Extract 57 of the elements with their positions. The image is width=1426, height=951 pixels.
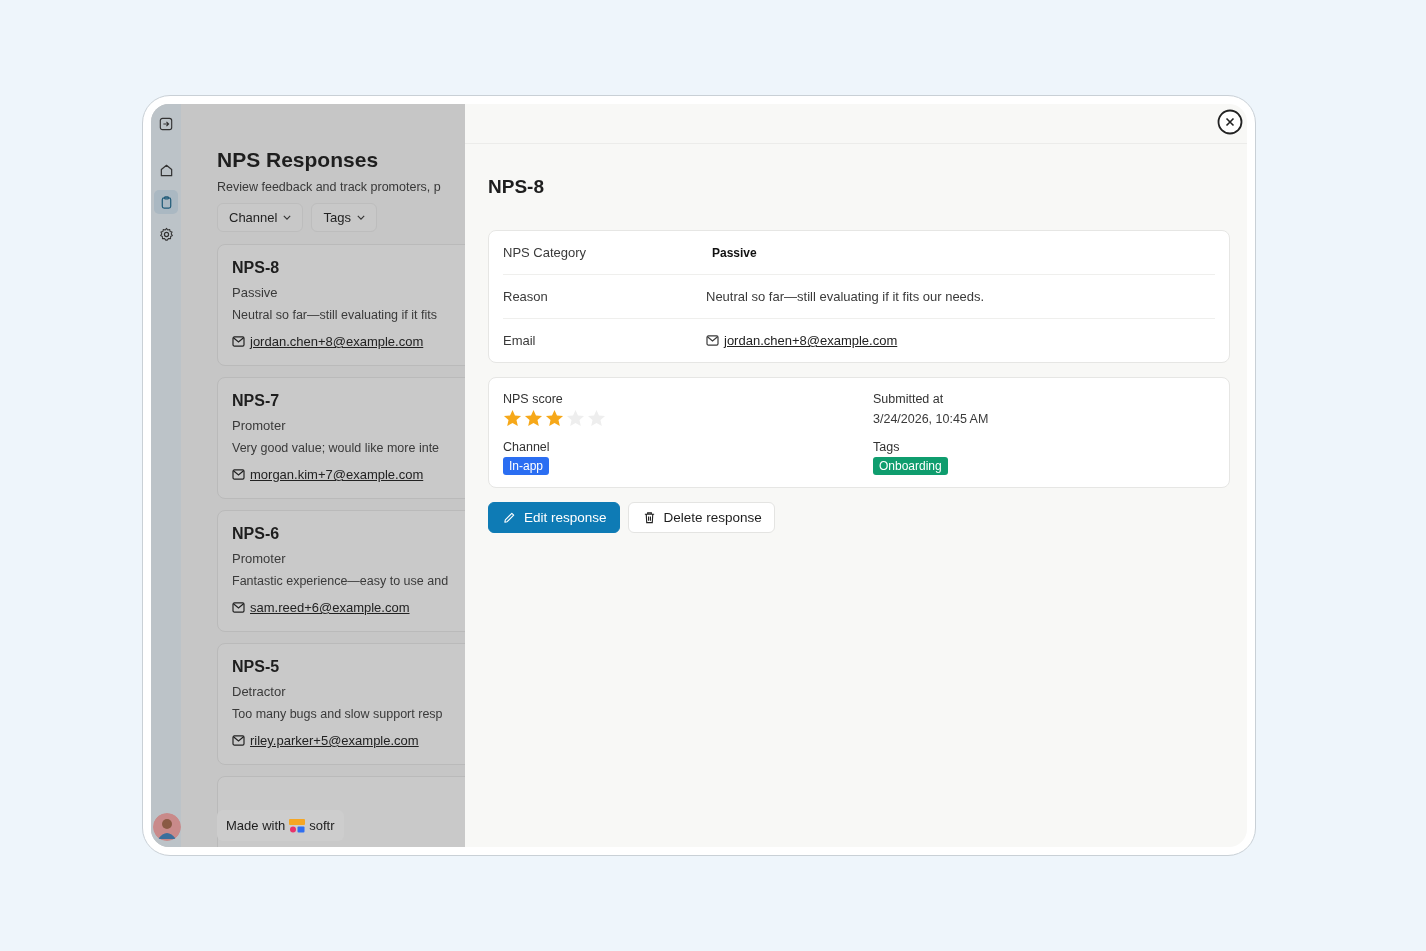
email-link[interactable]: jordan.chen+8@example.com [250,334,424,349]
drawer-title: NPS-8 [488,176,545,198]
response-card[interactable]: NPS-8 Passive Neutral so far—still evaluating if it fits jordan.chen+8@example.com [217,244,465,366]
mail-icon [706,335,719,346]
logo-icon [289,818,306,833]
mail-icon [232,336,245,347]
field-label: Tags [873,440,901,454]
tag-label: Onboarding [873,457,948,475]
close-button[interactable] [1217,109,1243,135]
email-link[interactable]: jordan.chen+8@example.com [724,333,898,348]
card-title: NPS-5 [232,658,281,676]
field-value: Neutral so far—still evaluating if it fits our needs. [706,289,985,304]
field-label: NPS score [503,392,564,406]
made-with-badge[interactable]: Made with softr [217,810,344,841]
edit-button[interactable]: Edit response [488,502,620,533]
filter-dropdown[interactable]: Tags [311,203,377,232]
field-value: 3/24/2026, 10:45 AM [873,412,990,426]
email-link[interactable]: riley.parker+5@example.com [250,733,419,748]
mail-icon [232,735,245,746]
sidebar-toggle-icon[interactable] [159,116,173,132]
field-label: Channel [503,440,551,454]
card-title: NPS-6 [232,525,281,543]
card-category: Passive [232,285,279,300]
card-reason: Neutral so far—still evaluating if it fits [232,308,438,322]
card-reason: Very good value; would like more inte [232,441,441,455]
response-card[interactable]: NPS-7 Promoter Very good value; would like more inte morgan.kim+7@example.com [217,377,465,499]
email-link[interactable]: sam.reed+6@example.com [250,600,410,615]
field-label: Email [503,333,537,348]
field-label: Reason [503,289,549,304]
response-card[interactable]: NPS-6 Promoter Fantastic experience—easy to use and sam.reed+6@example.com [217,510,465,632]
delete-button[interactable]: Delete response [627,502,775,533]
page-subtitle: Review feedback and track promoters, p [217,180,442,194]
pencil-icon [503,511,516,524]
trash-icon [642,511,656,524]
card-category: Promoter [232,418,287,433]
star-icon [524,409,543,428]
channel-tag: In-app [503,457,550,475]
card-title: NPS-7 [232,392,281,410]
mail-icon [232,469,245,480]
card-category: Detractor [232,684,287,699]
filter-dropdown[interactable]: Channel [217,203,304,232]
mail-icon [232,602,245,613]
card-title: NPS-8 [232,259,281,277]
card-reason: Fantastic experience—easy to use and [232,574,450,588]
field-label: NPS Category [503,245,588,260]
star-icon [545,409,564,428]
card-reason: Too many bugs and slow support resp [232,707,444,721]
response-card[interactable]: NPS-5 Detractor Too many bugs and slow support resp riley.parker+5@example.com [217,643,465,765]
field-label: Submitted at [873,392,945,406]
caret-icon [283,215,292,220]
star-icon [503,409,522,428]
email-link[interactable]: morgan.kim+7@example.com [250,467,424,482]
caret-icon [356,215,365,220]
page-title: NPS Responses [217,148,380,172]
avatar[interactable] [153,813,181,841]
clipboard-icon[interactable] [154,190,178,214]
card-category: Promoter [232,551,287,566]
